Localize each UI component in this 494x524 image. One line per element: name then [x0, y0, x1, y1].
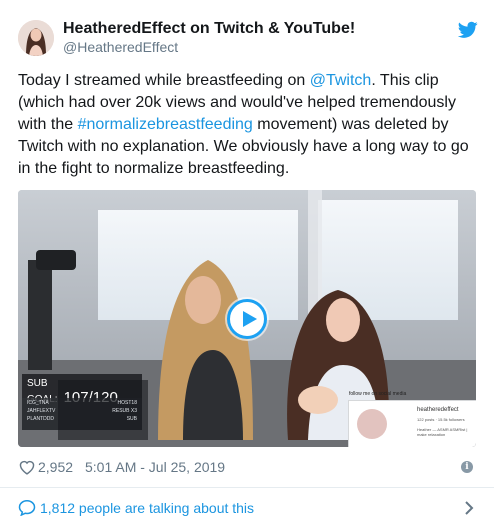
mention-link[interactable]: @Twitch	[310, 72, 372, 89]
event-row: PLANTDDD SUB	[27, 415, 137, 423]
twitter-bird-icon[interactable]	[457, 21, 478, 39]
divider	[0, 487, 494, 488]
speech-bubble-icon	[18, 499, 36, 517]
sub-goal-overlay: SUB GOAL:107/120	[22, 374, 142, 406]
chevron-right-icon	[464, 500, 474, 516]
play-icon[interactable]	[227, 299, 267, 339]
avatar-icon[interactable]	[18, 20, 54, 56]
tweet-card: HeatheredEffect on Twitch & YouTube! @He…	[0, 0, 494, 524]
event-note: RESUB X3	[112, 408, 137, 414]
info-icon[interactable]: i	[461, 461, 473, 473]
event-list-overlay: ICG_TNA HOST18 JAHFLEXTV RESUB X3 PLANTDDD…	[22, 398, 142, 430]
profile-overlay-name: heatheredeffect	[417, 407, 459, 413]
event-row: JAHFLEXTV RESUB X3	[27, 407, 137, 415]
video-thumbnail[interactable]: SUB GOAL:107/120 ICG_TNA HOST18 JAHFLEXTV…	[18, 190, 476, 447]
author-name[interactable]: HeatheredEffect on Twitch & YouTube!	[63, 20, 355, 38]
tweet-meta: 2,952 5:01 AM - Jul 25, 2019 i	[18, 458, 476, 476]
tweet-timestamp[interactable]: 5:01 AM - Jul 25, 2019	[85, 459, 225, 475]
conversation-text: 1,812 people are talking about this	[40, 500, 255, 516]
event-name: PLANTDDD	[27, 416, 54, 422]
conversation-link[interactable]: 1,812 people are talking about this	[18, 497, 476, 519]
heart-icon[interactable]	[18, 459, 36, 475]
hashtag-link[interactable]: #normalizebreastfeeding	[78, 116, 253, 133]
author-handle[interactable]: @HeatheredEffect	[63, 39, 178, 55]
profile-overlay: follow me on social media heatheredeffec…	[348, 391, 476, 447]
like-count[interactable]: 2,952	[38, 459, 73, 475]
tweet-text: Today I streamed while breastfeeding on …	[18, 70, 478, 180]
event-row: ICG_TNA HOST18	[27, 399, 137, 407]
event-note: SUB	[126, 416, 137, 422]
tweet-text-part: Today I streamed while breastfeeding on	[18, 72, 310, 89]
profile-overlay-bio: Heather — ASMR ASMRist | make relaxation	[417, 427, 468, 437]
profile-overlay-stats: 122 posts · 15.5k followers	[417, 417, 465, 422]
profile-overlay-avatar	[357, 409, 387, 439]
tweet-header: HeatheredEffect on Twitch & YouTube! @He…	[18, 18, 478, 58]
event-name: JAHFLEXTV	[27, 408, 56, 414]
follow-text: follow me on social media	[349, 391, 407, 397]
event-name: ICG_TNA	[27, 400, 49, 406]
event-note: HOST18	[117, 400, 137, 406]
